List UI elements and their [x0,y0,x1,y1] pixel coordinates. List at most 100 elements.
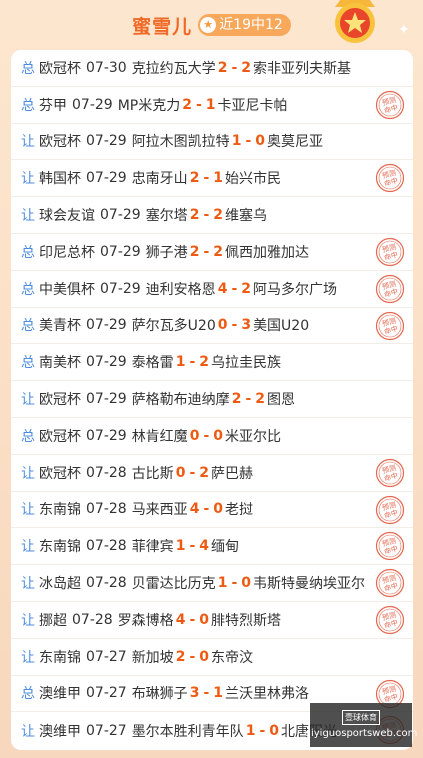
away-team: 腓特烈斯塔 [211,612,281,629]
home-score: 1 [175,538,186,555]
match-date: 07-29 [72,96,113,113]
away-score: 0 [199,611,209,628]
away-score: 2 [199,464,209,481]
score-separator: - [189,538,196,555]
away-score: 0 [241,575,251,592]
match-row[interactable]: 总南美杯 07-29 泰格雷 1-2 乌拉圭民族 [11,344,413,382]
home-team: 墨尔本胜利青年队 [131,723,244,740]
away-score: 2 [199,354,209,371]
score-separator: - [231,317,238,334]
match-row[interactable]: 让挪超 07-28 罗森博格 4-0 腓特烈斯塔 预测 命中 [11,602,413,639]
home-score: 0 [189,427,200,444]
match-row[interactable]: 总印尼总杯 07-29 狮子港 2-2 佩西加雅加达 预测 命中 [11,234,413,271]
league-name: 冰岛超 [39,576,81,593]
home-team: MP米克力 [117,97,181,114]
score-separator: - [245,133,252,150]
league-name: 南美杯 [39,355,81,372]
match-row[interactable]: 让韩国杯 07-29 忠南牙山 2-1 始兴市民 预测 命中 [11,160,413,198]
match-row[interactable]: 总芬甲 07-29 MP米克力 2-1 卡亚尼卡帕 预测 命中 [11,87,413,124]
bet-type: 总 [21,97,35,114]
away-score: 4 [199,538,209,555]
league-name: 欧冠杯 [39,134,81,151]
score-separator: - [203,427,210,444]
record-text: 近19中12 [219,17,283,33]
match-date: 07-27 [86,722,127,739]
match-date: 07-29 [86,354,127,371]
score-separator: - [203,170,210,187]
match-row[interactable]: 总欧冠杯 07-30 克拉约瓦大学 2-2 索非亚列夫斯基 [11,50,413,87]
away-score: 2 [213,207,223,224]
home-team: 忠南牙山 [131,171,188,188]
match-date: 07-28 [72,611,113,628]
score-separator: - [195,96,202,113]
match-date: 07-27 [86,648,127,665]
record-badge: ★ 近19中12 [198,14,291,36]
score-separator: - [189,611,196,628]
match-row[interactable]: 让东南锦 07-28 菲律宾 1-4 缅甸 预测 命中 [11,528,413,566]
league-name: 芬甲 [39,97,67,114]
away-team: 韦斯特曼纳埃亚尔 [253,576,365,593]
home-score: 2 [189,243,200,260]
star-icon: ★ [200,17,217,33]
home-score: 4 [189,501,200,518]
home-team: 迪利安格恩 [145,281,216,298]
match-row[interactable]: 让欧冠杯 07-29 阿拉木图凯拉特 1-0 奥莫尼亚 [11,124,413,161]
match-row[interactable]: 让欧冠杯 07-28 古比斯 0-2 萨巴赫 预测 命中 [11,455,413,492]
match-row[interactable]: 让球会友谊 07-29 塞尔塔 2-2 维塞乌 [11,197,413,234]
home-team: 新加坡 [131,649,174,666]
watermark: 壹球体育 qiyiguosportsweb.com [305,703,417,747]
hit-stamp-icon: 预测命中 [375,458,405,488]
match-row[interactable]: 让冰岛超 07-28 贝雷达比历克 1-0 韦斯特曼纳埃亚尔 预测 命中 [11,565,413,602]
match-row[interactable]: 让欧冠杯 07-29 萨格勒布迪纳摩 2-2 图恩 [11,381,413,418]
away-team: 老挝 [225,502,253,519]
away-score: 0 [255,133,265,150]
league-name: 欧冠杯 [39,392,81,409]
score-separator: - [203,685,210,702]
score-separator: - [231,280,238,297]
away-team: 兰沃里林弗洛 [225,686,309,703]
hit-stamp-icon: 预测命中 [375,163,405,193]
bet-type: 让 [21,465,35,482]
match-row[interactable]: 让东南锦 07-27 新加坡 2-0 东帝汶 [11,639,413,676]
home-score: 0 [217,317,228,334]
match-date: 07-29 [86,133,127,150]
bet-type: 总 [21,428,35,445]
score-separator: - [245,391,252,408]
hit-stamp-icon: 预测命中 [375,605,405,635]
away-team: 缅甸 [211,539,239,556]
league-name: 东南锦 [39,649,81,666]
bet-type: 总 [21,60,35,77]
away-team: 图恩 [267,392,295,409]
bet-type: 总 [21,281,35,298]
away-score: 0 [269,722,279,739]
match-row[interactable]: 总欧冠杯 07-29 林肯红魔 0-0 米亚尔比 [11,418,413,455]
home-score: 1 [175,354,186,371]
score-separator: - [203,207,210,224]
away-team: 佩西加雅加达 [225,244,309,261]
home-score: 2 [217,59,228,76]
match-date: 07-28 [86,501,127,518]
away-team: 美国U20 [253,318,310,335]
match-row[interactable]: 总美青杯 07-29 萨尔瓦多U20 0-3 美国U20 预测 命中 [11,308,413,345]
league-name: 中美俱杯 [39,281,95,298]
watermark-url: qiyiguosportsweb.com [304,728,418,739]
league-name: 东南锦 [39,502,81,519]
match-row[interactable]: 总中美俱杯 07-29 迪利安格恩 4-2 阿马多尔广场 预测 命中 [11,271,413,308]
league-name: 韩国杯 [39,171,81,188]
home-score: 2 [182,96,192,113]
expert-name[interactable]: 蜜雪儿 [132,12,192,39]
home-team: 塞尔塔 [145,208,188,225]
match-row[interactable]: 让东南锦 07-28 马来西亚 4-0 老挝 预测 命中 [11,492,413,529]
home-team: 贝雷达比历克 [131,576,216,593]
away-team: 东帝汶 [211,649,253,666]
home-score: 2 [175,648,186,665]
away-team: 萨巴赫 [211,465,253,482]
score-separator: - [259,722,266,739]
away-team: 阿马多尔广场 [253,281,337,298]
score-separator: - [203,243,210,260]
away-team: 卡亚尼卡帕 [217,97,288,114]
away-team: 始兴市民 [225,171,281,188]
bet-type: 让 [21,649,35,666]
home-team: 阿拉木图凯拉特 [131,134,230,151]
match-date: 07-28 [86,464,127,481]
